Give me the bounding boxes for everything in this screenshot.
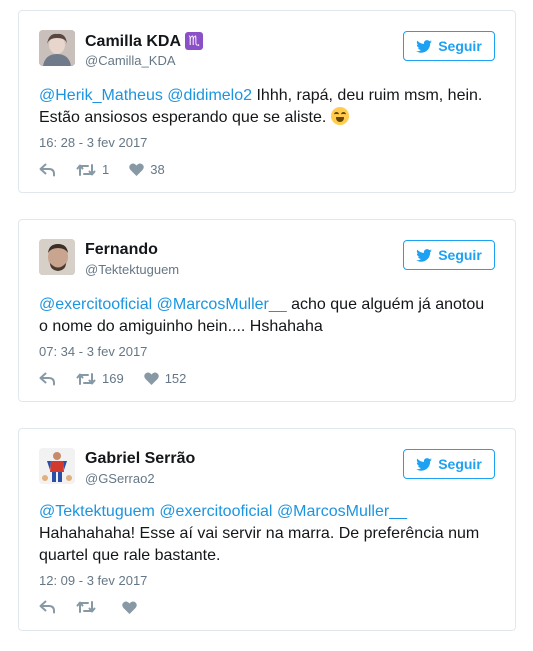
follow-label: Seguir [438, 456, 482, 472]
face-with-tears-of-joy-icon [330, 107, 349, 125]
reply-icon [39, 600, 55, 614]
mention-link[interactable]: @Tektektuguem [39, 503, 155, 520]
like-button[interactable] [122, 601, 143, 614]
twitter-bird-icon [416, 248, 433, 262]
retweet-button[interactable] [76, 600, 102, 614]
timestamp[interactable]: 07: 34 - 3 fev 2017 [39, 344, 147, 359]
tweet-text: @Tektektuguem @exercitooficial @MarcosMu… [39, 501, 497, 567]
tweet-body: Hahahahaha! Esse aí vai servir na marra.… [39, 525, 480, 564]
like-button[interactable]: 152 [143, 371, 187, 386]
tweet-actions: 1 38 [39, 162, 185, 177]
twitter-bird-icon [416, 39, 433, 53]
follow-button[interactable]: Seguir [403, 240, 495, 270]
tweet-actions [39, 600, 163, 614]
follow-label: Seguir [438, 38, 482, 54]
like-count: 152 [164, 371, 187, 386]
user-handle[interactable]: @GSerrao2 [85, 471, 155, 486]
avatar[interactable] [39, 30, 75, 66]
retweet-button[interactable]: 1 [76, 162, 109, 177]
retweet-icon [76, 601, 96, 613]
mention-link[interactable]: @MarcosMuller__ [157, 296, 287, 313]
mention-link[interactable]: @exercitooficial [39, 296, 152, 313]
reply-icon [39, 372, 55, 385]
scorpio-badge-icon: ♏ [185, 32, 204, 50]
display-name[interactable]: Camilla KDA ♏ [85, 32, 204, 51]
reply-button[interactable] [39, 372, 56, 386]
avatar[interactable] [39, 239, 75, 275]
reply-icon [39, 163, 55, 176]
retweet-icon [76, 372, 96, 385]
display-name[interactable]: Fernando [85, 241, 158, 259]
heart-icon [143, 372, 159, 385]
reply-button[interactable] [39, 163, 56, 177]
twitter-bird-icon [416, 457, 433, 471]
display-name[interactable]: Gabriel Serrão [85, 450, 195, 468]
retweet-count: 1 [102, 162, 110, 177]
reply-button[interactable] [39, 600, 56, 614]
like-button[interactable]: 38 [129, 162, 165, 177]
tweet-card: Camilla KDA ♏ @Camilla_KDA Seguir @Herik_… [18, 10, 516, 193]
avatar-photo [39, 30, 75, 66]
timestamp[interactable]: 12: 09 - 3 fev 2017 [39, 573, 147, 588]
user-handle[interactable]: @Tektektuguem [85, 262, 179, 277]
mention-link[interactable]: @didimelo2 [167, 87, 252, 104]
tweet-card: Gabriel Serrão @GSerrao2 Seguir @Tektekt… [18, 428, 516, 631]
tweet-card: Fernando @Tektektuguem Seguir @exercitoo… [18, 219, 516, 402]
avatar-photo [39, 448, 75, 484]
tweet-text: @exercitooficial @MarcosMuller__ acho qu… [39, 294, 497, 338]
retweet-button[interactable]: 169 [76, 371, 124, 386]
mention-link[interactable]: @MarcosMuller__ [277, 503, 407, 520]
timestamp[interactable]: 16: 28 - 3 fev 2017 [39, 135, 147, 150]
user-handle[interactable]: @Camilla_KDA [85, 53, 176, 68]
like-count: 38 [150, 162, 165, 177]
follow-button[interactable]: Seguir [403, 31, 495, 61]
tweet-text: @Herik_Matheus @didimelo2 Ihhh, rapá, de… [39, 85, 497, 129]
follow-button[interactable]: Seguir [403, 449, 495, 479]
avatar-photo [39, 239, 75, 275]
avatar[interactable] [39, 448, 75, 484]
follow-label: Seguir [438, 247, 482, 263]
mention-link[interactable]: @exercitooficial [159, 503, 272, 520]
heart-icon [129, 163, 144, 176]
retweet-count: 169 [102, 371, 124, 386]
heart-icon [122, 601, 137, 614]
tweet-actions: 169 152 [39, 371, 206, 386]
mention-link[interactable]: @Herik_Matheus [39, 87, 163, 104]
retweet-icon [76, 163, 96, 176]
